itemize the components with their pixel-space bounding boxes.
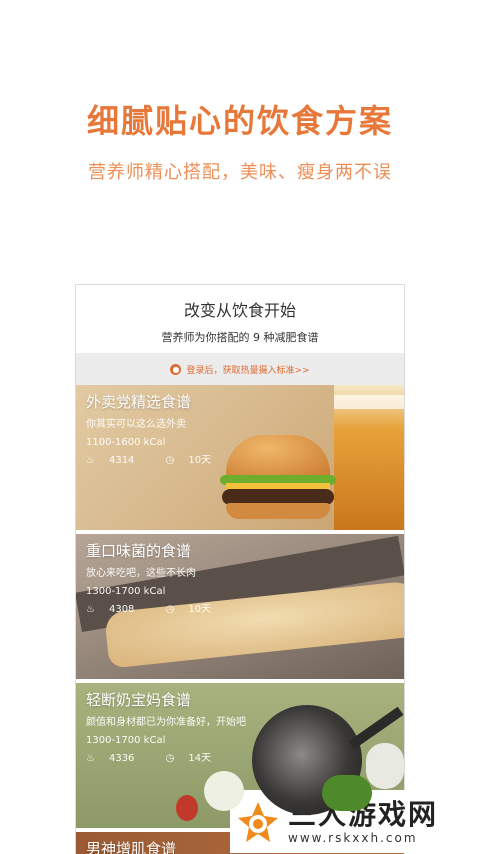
greens-image [322,775,372,811]
drink-foam [334,395,404,409]
recipe-views: 4336 [108,753,135,764]
recipe-info: 外卖党精选食谱 你其实可以这么选外卖 1100-1600 kCal ♨ 4314 … [86,391,239,470]
recipe-name: 外卖党精选食谱 [86,393,192,411]
recipe-name: 男神增肌食谱 [86,840,177,854]
watermark-url: www.rskxxh.com [288,830,418,845]
app-header: 改变从饮食开始 营养师为你搭配的 9 种减肥食谱 [76,285,404,353]
login-prompt-text[interactable]: 登录后，获取热量摄入标准>> [186,363,309,376]
flame-icon: ♨ [86,604,95,615]
pepper-image [176,795,198,821]
app-screen: 改变从饮食开始 营养师为你搭配的 9 种减肥食谱 ● 登录后，获取热量摄入标准>… [75,284,405,854]
recipe-views: 4308 [108,604,135,615]
user-badge-icon: ● [170,363,182,375]
timer-icon: ◷ [165,455,175,466]
app-header-subtitle: 营养师为你搭配的 9 种减肥食谱 [161,331,319,344]
recipe-kcal: 1100-1600 kCal [86,437,166,448]
flame-icon: ♨ [86,455,95,466]
cauliflower-image [366,743,404,789]
recipe-desc: 放心来吃吧，这些不长肉 [86,568,196,579]
app-header-title: 改变从饮食开始 [183,301,296,320]
recipe-info: 男神增肌食谱 [86,838,176,854]
hero-title: 细腻贴心的饮食方案 [86,102,393,140]
timer-icon: ◷ [165,753,175,764]
login-prompt-bar[interactable]: ● 登录后，获取热量摄入标准>> [76,353,404,385]
timer-icon: ◷ [165,604,175,615]
recipe-desc: 你其实可以这么选外卖 [86,419,186,430]
site-logo-icon [236,800,280,844]
recipe-name: 轻断奶宝妈食谱 [86,691,192,709]
recipe-name: 重口味菌的食谱 [86,542,192,560]
hero-subtitle: 营养师精心搭配，美味、瘦身两不误 [88,162,392,183]
recipe-info: 轻断奶宝妈食谱 颜值和身材都已为你准备好，开始吧 1300-1700 kCal … [86,689,246,768]
recipe-days: 10天 [188,455,212,466]
recipe-kcal: 1300-1700 kCal [86,735,166,746]
recipe-days: 10天 [188,604,212,615]
cauliflower-image [204,771,244,811]
flame-icon: ♨ [86,753,95,764]
burger-image [226,435,330,479]
recipe-stats: ♨ 4308 ◷ 10天 [86,601,239,619]
recipe-stats: ♨ 4336 ◷ 14天 [86,750,246,768]
recipe-card-takeout[interactable]: 外卖党精选食谱 你其实可以这么选外卖 1100-1600 kCal ♨ 4314 … [76,385,404,534]
recipe-card-heavy-flavor[interactable]: 重口味菌的食谱 放心来吃吧，这些不长肉 1300-1700 kCal ♨ 4308… [76,534,404,683]
recipe-kcal: 1300-1700 kCal [86,586,166,597]
recipe-days: 14天 [188,753,212,764]
recipe-views: 4314 [108,455,135,466]
recipe-desc: 颜值和身材都已为你准备好，开始吧 [86,717,246,728]
recipe-stats: ♨ 4314 ◷ 10天 [86,452,239,470]
recipe-info: 重口味菌的食谱 放心来吃吧，这些不长肉 1300-1700 kCal ♨ 4308… [86,540,239,619]
